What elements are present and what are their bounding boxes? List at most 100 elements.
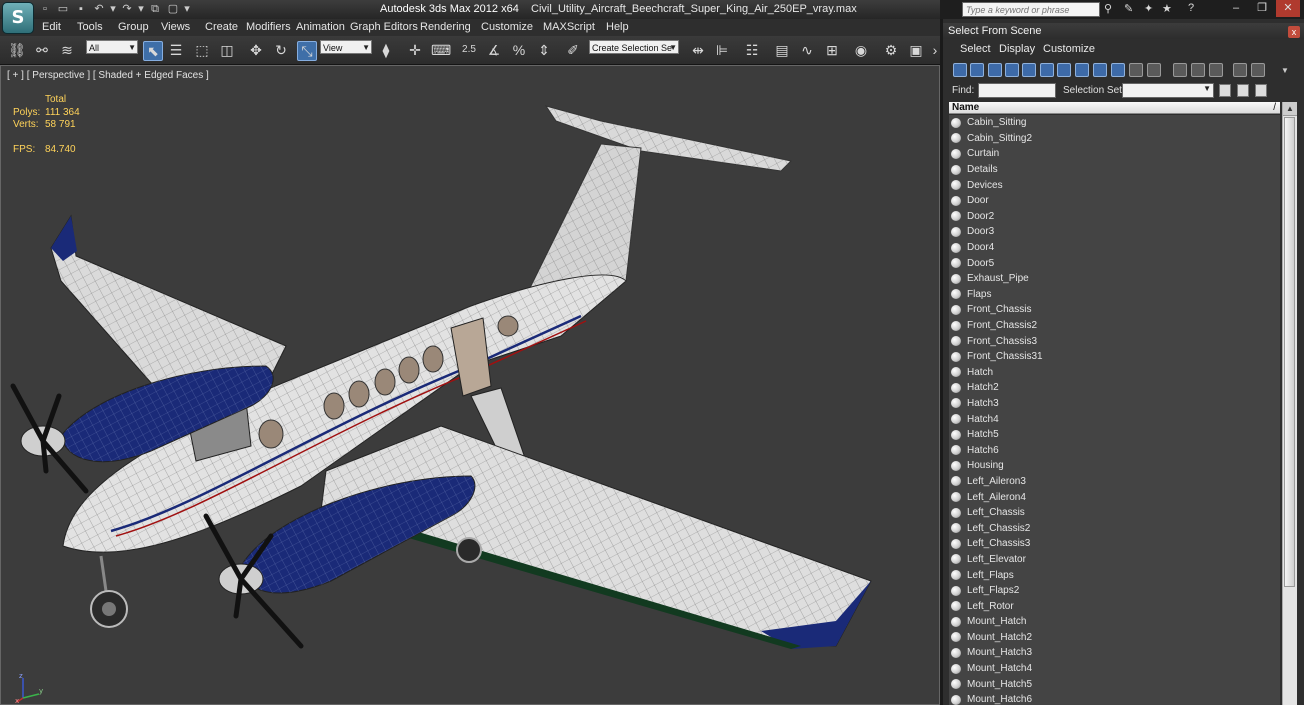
list-item[interactable]: Front_Chassis31 xyxy=(949,349,1280,365)
filter-icon[interactable] xyxy=(1233,63,1247,77)
menu-views[interactable]: Views xyxy=(161,21,190,33)
menu-animation[interactable]: Animation xyxy=(296,21,345,33)
edit-named-selection-icon[interactable]: ✐ xyxy=(564,41,582,59)
list-item[interactable]: Front_Chassis xyxy=(949,302,1280,318)
panel-menu-display[interactable]: Display xyxy=(999,43,1035,55)
object-list-scrollbar[interactable]: ▲ xyxy=(1282,102,1297,705)
dropdown-arrow-icon[interactable]: ▾ xyxy=(184,2,190,16)
bind-to-space-warp-icon[interactable]: ≋ xyxy=(58,41,76,59)
list-item[interactable]: Mount_Hatch2 xyxy=(949,630,1280,646)
list-item[interactable]: Hatch2 xyxy=(949,380,1280,396)
list-item[interactable]: Mount_Hatch4 xyxy=(949,661,1280,677)
list-item[interactable]: Housing xyxy=(949,458,1280,474)
list-item[interactable]: Mount_Hatch5 xyxy=(949,676,1280,692)
communication-center-icon[interactable]: ✦ xyxy=(1144,2,1153,15)
create-selection-set-icon[interactable] xyxy=(1219,84,1231,97)
binoculars-icon[interactable]: ⚲ xyxy=(1104,2,1112,15)
menu-tools[interactable]: Tools xyxy=(77,21,103,33)
panel-menu-customize[interactable]: Customize xyxy=(1043,43,1095,55)
named-selection-set-dropdown[interactable]: Create Selection Se ▼ xyxy=(589,40,679,54)
restore-icon[interactable]: ❐ xyxy=(1250,0,1274,17)
schematic-view-icon[interactable]: ⊞ xyxy=(823,41,841,59)
help-search-box[interactable] xyxy=(962,2,1100,17)
undo-icon[interactable]: ↶ xyxy=(92,2,106,16)
list-item[interactable]: Front_Chassis3 xyxy=(949,333,1280,349)
angle-snap-icon[interactable]: ∡ xyxy=(485,41,503,59)
list-item[interactable]: Left_Elevator xyxy=(949,552,1280,568)
reference-coordinate-dropdown[interactable]: View ▼ xyxy=(320,40,372,54)
list-item[interactable]: Left_Aileron4 xyxy=(949,489,1280,505)
dropdown-arrow-icon[interactable]: ▾ xyxy=(138,2,144,16)
minimize-icon[interactable]: – xyxy=(1224,0,1248,17)
list-item[interactable]: Exhaust_Pipe xyxy=(949,271,1280,287)
percent-snap-icon[interactable]: % xyxy=(510,41,528,59)
graphite-ribbon-icon[interactable]: ▤ xyxy=(773,41,791,59)
list-item[interactable]: Devices xyxy=(949,177,1280,193)
menu-maxscript[interactable]: MAXScript xyxy=(543,21,595,33)
menu-modifiers[interactable]: Modifiers xyxy=(246,21,291,33)
select-invert-icon[interactable] xyxy=(1209,63,1223,77)
select-by-name-icon[interactable]: ☰ xyxy=(167,41,185,59)
list-item[interactable]: Left_Flaps xyxy=(949,567,1280,583)
find-input[interactable] xyxy=(978,83,1056,98)
render-frame-icon[interactable]: ▣ xyxy=(907,41,925,59)
menu-help[interactable]: Help xyxy=(606,21,629,33)
align-icon[interactable]: ⊫ xyxy=(713,41,731,59)
redo-icon[interactable]: ↷ xyxy=(120,2,134,16)
spinner-snap-icon[interactable]: ⇕ xyxy=(535,41,553,59)
list-item[interactable]: Left_Chassis2 xyxy=(949,520,1280,536)
column-header-name[interactable]: Name / xyxy=(949,102,1280,114)
display-bones-icon[interactable] xyxy=(1093,63,1107,77)
selection-set-dropdown[interactable]: ▼ xyxy=(1122,83,1214,98)
new-file-icon[interactable]: ▫ xyxy=(38,2,52,16)
remove-selection-set-icon[interactable] xyxy=(1237,84,1249,97)
menu-edit[interactable]: Edit xyxy=(42,21,61,33)
window-crossing-icon[interactable]: ◫ xyxy=(218,41,236,59)
favorites-star-icon[interactable]: ★ xyxy=(1162,2,1172,15)
list-item[interactable]: Hatch4 xyxy=(949,411,1280,427)
layer-manager-icon[interactable]: ☷ xyxy=(743,41,761,59)
list-item[interactable]: Hatch6 xyxy=(949,442,1280,458)
panel-menu-select[interactable]: Select xyxy=(960,43,991,55)
select-object-icon[interactable]: ⬉ xyxy=(143,41,163,61)
list-item[interactable]: Left_Chassis3 xyxy=(949,536,1280,552)
list-item[interactable]: Left_Aileron3 xyxy=(949,474,1280,490)
snap-toggle-icon[interactable]: 2.5 xyxy=(460,41,478,59)
menu-create[interactable]: Create xyxy=(205,21,238,33)
scene-object-list[interactable]: Cabin_Sitting Cabin_Sitting2 Curtain Detail… xyxy=(949,115,1280,705)
list-item[interactable]: Left_Rotor xyxy=(949,598,1280,614)
list-item[interactable]: Cabin_Sitting2 xyxy=(949,131,1280,147)
menu-group[interactable]: Group xyxy=(118,21,149,33)
list-item[interactable]: Door2 xyxy=(949,209,1280,225)
display-shapes-icon[interactable] xyxy=(970,63,984,77)
select-and-move-icon[interactable]: ✥ xyxy=(247,41,265,59)
select-and-scale-icon[interactable]: ⤡ xyxy=(297,41,317,61)
list-item[interactable]: Mount_Hatch3 xyxy=(949,645,1280,661)
list-item[interactable]: Left_Flaps2 xyxy=(949,583,1280,599)
list-item[interactable]: Curtain xyxy=(949,146,1280,162)
help-icon[interactable]: ? xyxy=(1188,2,1194,14)
curve-editor-icon[interactable]: ∿ xyxy=(798,41,816,59)
list-item[interactable]: Hatch xyxy=(949,365,1280,381)
pivot-center-icon[interactable]: ⧫ xyxy=(377,41,395,59)
select-and-link-icon[interactable]: ⛓ xyxy=(8,41,26,59)
project-folder-icon[interactable]: ▢ xyxy=(166,2,180,16)
list-item[interactable]: Mount_Hatch xyxy=(949,614,1280,630)
select-none-icon[interactable] xyxy=(1191,63,1205,77)
list-item[interactable]: Flaps xyxy=(949,287,1280,303)
list-item[interactable]: Mount_Hatch6 xyxy=(949,692,1280,705)
aircraft-model[interactable] xyxy=(1,66,939,704)
material-editor-icon[interactable]: ◉ xyxy=(852,41,870,59)
scroll-thumb[interactable] xyxy=(1284,117,1295,587)
list-item[interactable]: Door5 xyxy=(949,255,1280,271)
hold-icon[interactable]: ⧉ xyxy=(148,2,162,16)
display-lights-icon[interactable] xyxy=(988,63,1002,77)
keyboard-shortcut-override-icon[interactable]: ⌨ xyxy=(431,41,451,59)
edit-selection-set-icon[interactable] xyxy=(1255,84,1267,97)
list-item[interactable]: Details xyxy=(949,162,1280,178)
menu-graph-editors[interactable]: Graph Editors xyxy=(350,21,418,33)
help-search-input[interactable] xyxy=(963,3,1099,16)
select-and-rotate-icon[interactable]: ↻ xyxy=(272,41,290,59)
list-item[interactable]: Front_Chassis2 xyxy=(949,318,1280,334)
dropdown-arrow-icon[interactable]: ▾ xyxy=(110,2,116,16)
